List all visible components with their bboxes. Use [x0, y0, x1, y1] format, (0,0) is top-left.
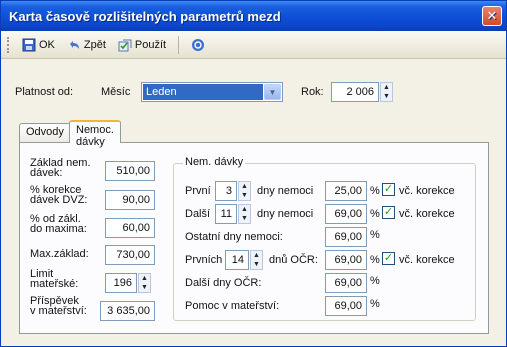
toolbar-separator	[178, 35, 180, 54]
limit-label: Limit mateřské:	[30, 268, 79, 290]
month-select[interactable]: Leden ▼	[141, 82, 283, 102]
help-icon	[192, 38, 205, 51]
limit-spinner[interactable]: ▲ ▼	[138, 273, 151, 293]
prvnich-pct: %	[370, 254, 380, 266]
prvni-days-field[interactable]: 3	[215, 181, 237, 201]
ostatni-label: Ostatní dny nemoci:	[185, 231, 283, 243]
dalsi-days-spinner[interactable]: ▲ ▼	[238, 204, 251, 224]
korekce-label: % korekce dávek DVZ:	[30, 184, 88, 206]
help-button[interactable]	[187, 36, 209, 54]
pomoc-pct: %	[370, 298, 380, 310]
dalsi-korekce-checkbox[interactable]: ✓	[382, 206, 395, 219]
undo-icon	[69, 40, 79, 49]
tab-nemoc-davky[interactable]: Nemoc. dávky	[69, 120, 121, 148]
limit-field[interactable]: 196	[105, 273, 137, 293]
apply-button[interactable]: Použít	[114, 36, 170, 54]
dalsi-korekce-label: vč. korekce	[399, 208, 455, 220]
ostatni-pct: %	[370, 229, 380, 241]
platnost-label: Platnost od:	[15, 86, 74, 98]
dialog-window: Karta časově rozlišitelných parametrů me…	[0, 0, 507, 347]
prvni-korekce-checkbox[interactable]: ✓	[382, 183, 395, 196]
save-icon	[22, 38, 36, 51]
back-label: Zpět	[83, 38, 106, 51]
maxima-field[interactable]: 60,00	[105, 218, 155, 238]
back-button[interactable]: Zpět	[63, 36, 110, 54]
maxima-label: % od zákl. do maxima:	[30, 213, 87, 235]
dalsi-days-field[interactable]: 11	[215, 204, 237, 224]
dalsi-pct: %	[370, 208, 380, 220]
dalsi-value-field[interactable]: 69,00	[325, 204, 367, 224]
year-field[interactable]: 2 006	[331, 82, 379, 102]
dalsi-ocr-value-field[interactable]: 69,00	[325, 273, 367, 293]
prvni-korekce-label: vč. korekce	[399, 185, 455, 197]
title-bar: Karta časově rozlišitelných parametrů me…	[1, 1, 506, 31]
prvnich-korekce-label: vč. korekce	[399, 254, 455, 266]
prvni-pct: %	[370, 185, 380, 197]
toolbar: OK Zpět Použít	[1, 31, 506, 59]
pomoc-value-field[interactable]: 69,00	[325, 296, 367, 316]
prvnich-days-field[interactable]: 14	[225, 250, 249, 270]
window-title: Karta časově rozlišitelných parametrů me…	[9, 8, 281, 24]
dalsi-ocr-pct: %	[370, 275, 380, 287]
prvni-value-field[interactable]: 25,00	[325, 181, 367, 201]
close-icon: ✕	[486, 8, 498, 23]
apply-label: Použít	[134, 38, 167, 51]
prvni-unit: dny nemoci	[257, 185, 314, 197]
toolbar-grip[interactable]	[7, 36, 10, 53]
ostatni-value-field[interactable]: 69,00	[325, 227, 367, 247]
prvnich-label: Prvních	[185, 254, 223, 266]
apply-icon	[118, 39, 132, 51]
zaklad-field[interactable]: 510,00	[105, 161, 155, 181]
maxzaklad-label: Max.základ:	[30, 248, 89, 260]
prvnich-korekce-checkbox[interactable]: ✓	[382, 252, 395, 265]
prvni-label: První	[185, 185, 211, 197]
chevron-down-icon[interactable]: ▼	[264, 84, 281, 100]
close-button[interactable]: ✕	[482, 6, 502, 26]
prispevek-label: Příspěvek v mateřství:	[30, 295, 87, 317]
maxzaklad-field[interactable]: 730,00	[105, 245, 155, 265]
prvnich-value-field[interactable]: 69,00	[325, 250, 367, 270]
mesic-label: Měsíc	[101, 86, 131, 98]
year-spinner[interactable]: ▲ ▼	[380, 82, 393, 102]
prvni-days-spinner[interactable]: ▲ ▼	[238, 181, 251, 201]
zaklad-label: Základ nem. dávek:	[30, 157, 91, 179]
ok-label: OK	[39, 38, 55, 51]
dalsi-label: Další	[185, 208, 211, 220]
dalsi-unit: dny nemoci	[257, 208, 314, 220]
group-title: Nem. dávky	[183, 156, 246, 168]
tab-odvody[interactable]: Odvody	[19, 123, 71, 142]
pomoc-label: Pomoc v mateřství:	[185, 300, 280, 312]
dalsi-ocr-label: Další dny OČR:	[185, 277, 262, 289]
ok-button[interactable]: OK	[18, 36, 59, 54]
rok-label: Rok:	[301, 86, 324, 98]
prispevek-field[interactable]: 3 635,00	[100, 301, 155, 321]
month-select-value: Leden	[143, 84, 263, 100]
korekce-field[interactable]: 90,00	[105, 190, 155, 210]
prvnich-days-spinner[interactable]: ▲ ▼	[250, 250, 263, 270]
prvnich-unit: dnů OČR:	[269, 254, 318, 266]
